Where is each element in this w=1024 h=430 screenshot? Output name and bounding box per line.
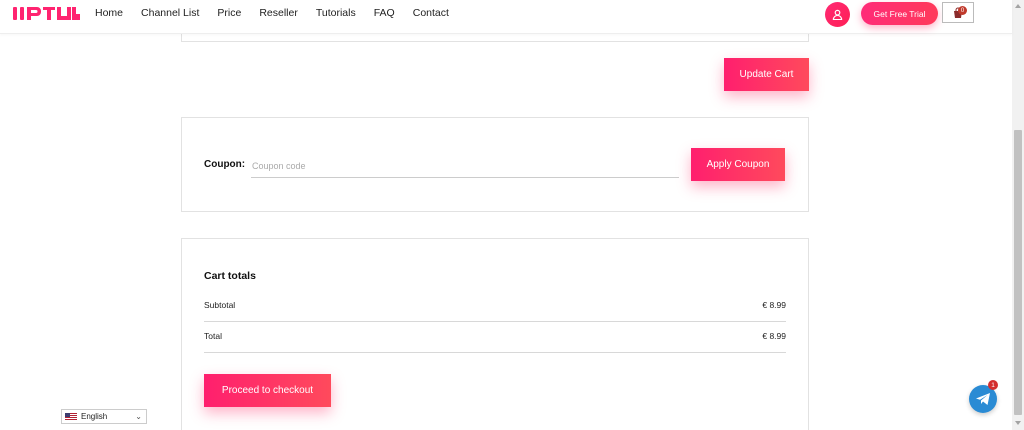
language-selector[interactable]: English ⌄ xyxy=(61,409,147,424)
site-header: Home Channel List Price Reseller Tutoria… xyxy=(0,0,1012,34)
telegram-badge: 1 xyxy=(988,380,998,390)
total-label: Total xyxy=(204,331,222,341)
nav-reseller[interactable]: Reseller xyxy=(259,7,298,19)
main-nav: Home Channel List Price Reseller Tutoria… xyxy=(95,7,467,19)
free-trial-button[interactable]: Get Free Trial xyxy=(861,2,938,25)
subtotal-label: Subtotal xyxy=(204,300,236,310)
scroll-down-arrow[interactable] xyxy=(1015,421,1021,425)
coupon-section: Coupon: Apply Coupon xyxy=(181,117,809,212)
cart-button[interactable]: 0 xyxy=(942,2,974,23)
account-button[interactable] xyxy=(825,2,850,27)
update-cart-button[interactable]: Update Cart xyxy=(724,58,809,91)
nav-contact[interactable]: Contact xyxy=(413,7,449,19)
total-value: € 8.99 xyxy=(762,331,786,341)
scroll-up-arrow[interactable] xyxy=(1015,4,1021,8)
nav-home[interactable]: Home xyxy=(95,7,123,19)
language-label: English xyxy=(81,412,108,421)
user-icon xyxy=(832,9,843,20)
telegram-icon xyxy=(976,393,990,405)
coupon-code-input[interactable] xyxy=(251,154,679,178)
site-logo[interactable] xyxy=(12,4,82,22)
apply-coupon-button[interactable]: Apply Coupon xyxy=(691,148,785,181)
proceed-to-checkout-button[interactable]: Proceed to checkout xyxy=(204,374,331,407)
total-row: Total € 8.99 xyxy=(204,322,786,353)
cart-totals-section: Cart totals Subtotal € 8.99 Total € 8.99… xyxy=(181,238,809,430)
scroll-thumb[interactable] xyxy=(1014,130,1022,415)
nav-price[interactable]: Price xyxy=(217,7,241,19)
cart-count-badge: 0 xyxy=(958,6,967,15)
nav-channel-list[interactable]: Channel List xyxy=(141,7,199,19)
chevron-down-icon: ⌄ xyxy=(135,412,142,421)
cart-totals-title: Cart totals xyxy=(204,270,256,282)
subtotal-value: € 8.99 xyxy=(762,300,786,310)
page-scrollbar[interactable] xyxy=(1012,0,1024,430)
nav-tutorials[interactable]: Tutorials xyxy=(316,7,356,19)
us-flag-icon xyxy=(65,412,77,421)
nav-faq[interactable]: FAQ xyxy=(374,7,395,19)
coupon-label: Coupon: xyxy=(204,159,246,170)
subtotal-row: Subtotal € 8.99 xyxy=(204,291,786,322)
